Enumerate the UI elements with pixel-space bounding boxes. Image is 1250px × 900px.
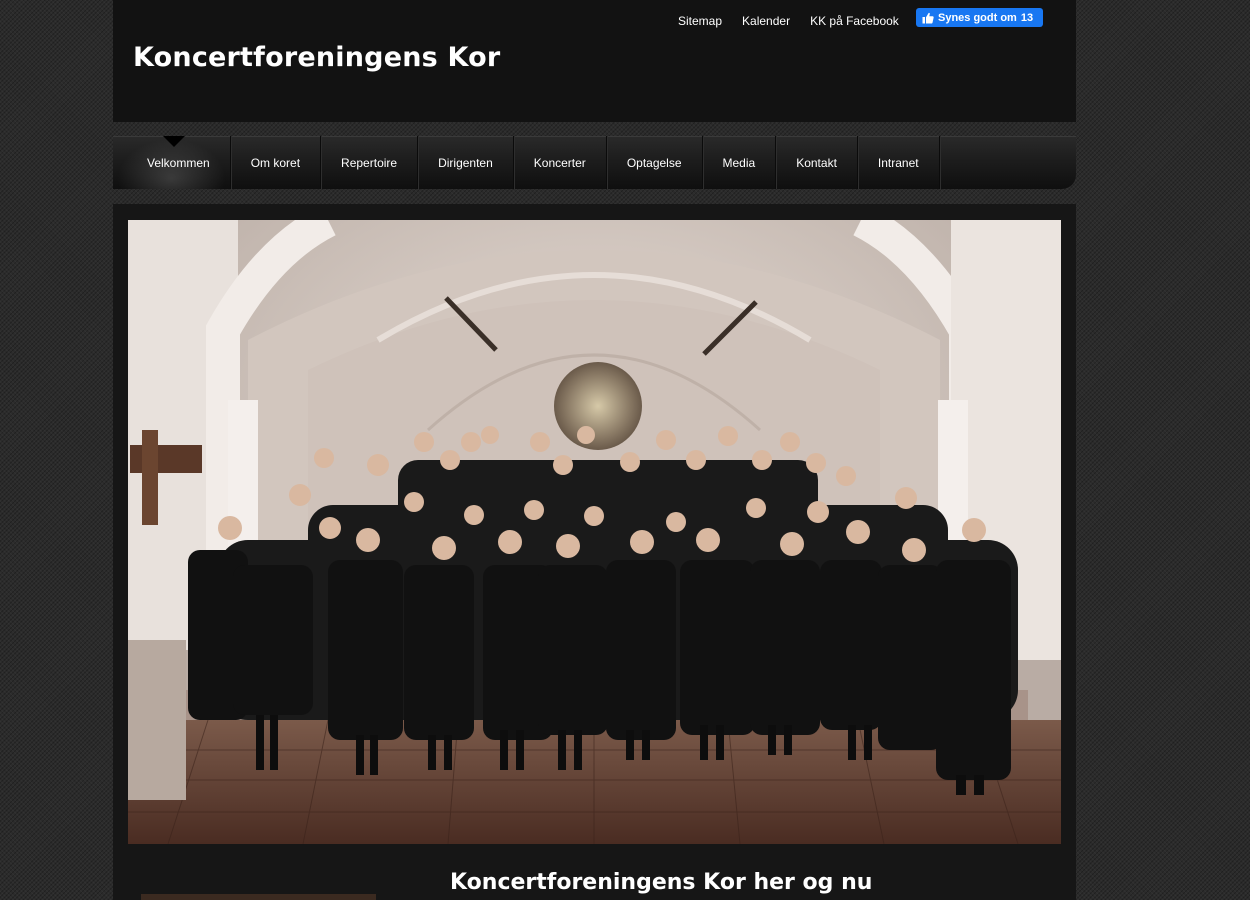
choir-photo (128, 220, 1061, 844)
site-title[interactable]: Koncertforeningens Kor (133, 42, 500, 73)
nav-item-intranet[interactable]: Intranet (858, 136, 940, 189)
nav-item-label: Intranet (877, 155, 919, 170)
nav-item-koncerter[interactable]: Koncerter (514, 136, 607, 189)
nav-item-label: Repertoire (341, 155, 398, 170)
nav-item-optagelse[interactable]: Optagelse (607, 136, 703, 189)
facebook-like-button[interactable]: Synes godt om 13 (916, 8, 1043, 27)
thumbs-up-icon (922, 12, 934, 24)
site-container: Koncertforeningens Kor Sitemap Kalender … (113, 0, 1076, 900)
nav-item-label: Media (722, 155, 756, 170)
main-content: Koncertforeningens Kor her og nu (113, 204, 1076, 900)
nav-item-label: Velkommen (147, 155, 210, 170)
nav-item-label: Om koret (250, 155, 301, 170)
choir-photo-illustration (128, 220, 1061, 844)
facebook-like-label: Synes godt om (938, 11, 1017, 24)
nav-item-repertoire[interactable]: Repertoire (321, 136, 419, 189)
sitemap-link[interactable]: Sitemap (678, 14, 722, 28)
nav-item-label: Optagelse (626, 155, 682, 170)
nav-item-media[interactable]: Media (703, 136, 777, 189)
nav-item-label: Dirigenten (438, 155, 493, 170)
side-thumbnail-image (141, 894, 376, 900)
main-navigation: Velkommen Om koret Repertoire Dirigenten… (113, 136, 1076, 189)
nav-item-label: Kontakt (796, 155, 837, 170)
facebook-like-count: 13 (1020, 11, 1034, 24)
section-headline: Koncertforeningens Kor her og nu (450, 870, 873, 895)
nav-item-dirigenten[interactable]: Dirigenten (418, 136, 514, 189)
nav-item-label: Koncerter (533, 155, 586, 170)
kalender-link[interactable]: Kalender (742, 14, 790, 28)
nav-item-velkommen[interactable]: Velkommen (113, 136, 231, 189)
active-indicator-icon (163, 136, 185, 147)
top-links: Sitemap Kalender KK på Facebook (678, 14, 899, 28)
site-header: Koncertforeningens Kor Sitemap Kalender … (113, 0, 1076, 122)
nav-item-kontakt[interactable]: Kontakt (776, 136, 858, 189)
facebook-link[interactable]: KK på Facebook (810, 14, 899, 28)
nav-item-om-koret[interactable]: Om koret (231, 136, 322, 189)
